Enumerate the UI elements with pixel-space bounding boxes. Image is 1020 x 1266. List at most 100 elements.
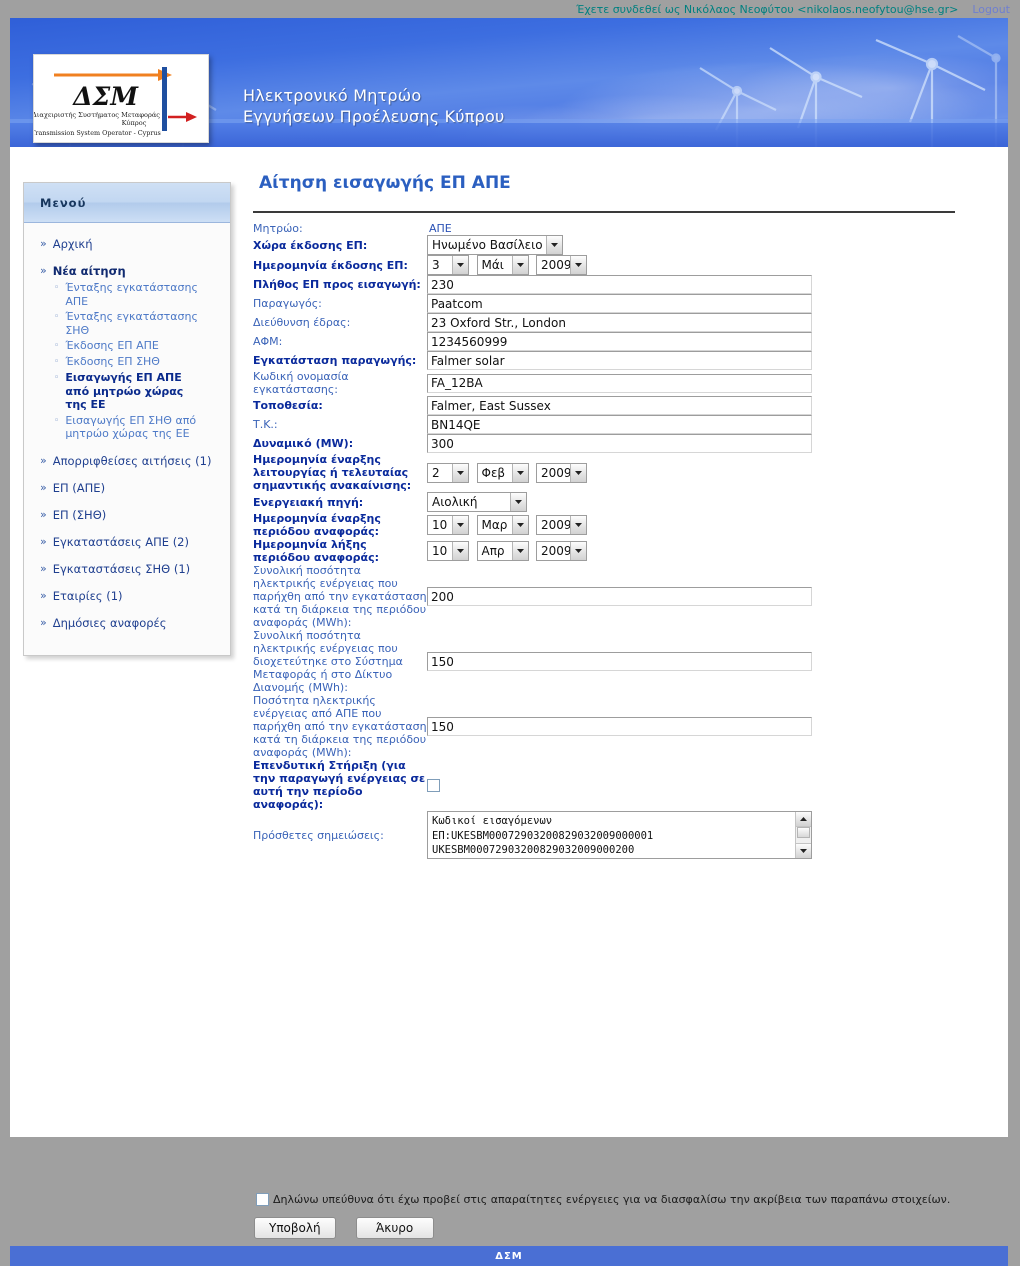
period-start-year-select[interactable]: 2009 (536, 515, 587, 535)
chevron-down-icon[interactable] (570, 542, 586, 560)
chevron-down-icon[interactable] (452, 516, 468, 534)
sidebar-item-label[interactable]: ΕΠ (ΑΠΕ) (53, 481, 105, 495)
sidebar-item-label[interactable]: ΕΠ (ΣΗΘ) (53, 508, 107, 522)
sidebar-subitem-eisagogis-ep-sith[interactable]: ◦ Εισαγωγής ΕΠ ΣΗΘ από μητρώο χώρας της … (54, 414, 220, 441)
sidebar-subitem-label[interactable]: Έκδοσης ΕΠ ΑΠΕ (65, 339, 159, 353)
notes-textarea[interactable]: Κωδικοί εισαγόμενων ΕΠ:UKESBM00072903200… (427, 811, 812, 859)
period-start-day-select[interactable]: 10 (427, 515, 469, 535)
issue-date-month-select[interactable]: Μάι (476, 255, 529, 275)
sidebar-item-ep-ape[interactable]: » ΕΠ (ΑΠΕ) (34, 481, 220, 495)
sidebar-item-egkatastaseis-sith[interactable]: » Εγκαταστάσεις ΣΗΘ (1) (34, 562, 220, 576)
sidebar-item-nea-aitisi[interactable]: » Νέα αίτηση ◦ Ένταξης εγκατάστασης ΑΠΕ … (34, 264, 220, 441)
installation-label: Εγκατάσταση παραγωγής: (253, 354, 417, 367)
count-input[interactable] (427, 275, 812, 294)
form-row-capacity: Δυναμικό (MW): (253, 434, 955, 453)
double-chevron-icon: » (40, 507, 47, 521)
sidebar-subitem-entaxis-ape[interactable]: ◦ Ένταξης εγκατάστασης ΑΠΕ (54, 281, 220, 308)
chevron-down-icon[interactable] (452, 463, 468, 482)
chevron-down-icon[interactable] (546, 236, 562, 254)
declaration-row: Δηλώνω υπεύθυνα ότι έχω προβεί στις απαρ… (256, 1193, 950, 1206)
vat-input[interactable] (427, 332, 812, 351)
period-start-month-select[interactable]: Μαρ (476, 515, 529, 535)
sidebar-item-label[interactable]: Δημόσιες αναφορές (53, 616, 167, 630)
operation-date-month-select[interactable]: Φεβ (476, 462, 529, 483)
period-end-label: Ημερομηνία λήξης περιόδου αναφοράς: (253, 538, 380, 564)
sidebar-item-label[interactable]: Εγκαταστάσεις ΑΠΕ (2) (53, 535, 189, 549)
sidebar-subitem-label[interactable]: Εισαγωγής ΕΠ ΑΠΕ από μητρώο χώρας της ΕΕ (65, 371, 205, 412)
operation-date-year-select[interactable]: 2009 (536, 462, 587, 483)
sidebar-item-label[interactable]: Εγκαταστάσεις ΣΗΘ (1) (53, 562, 190, 576)
chevron-down-icon[interactable] (570, 463, 586, 482)
sidebar-item-label[interactable]: Νέα αίτηση (53, 264, 126, 278)
energy-source-select[interactable]: Αιολική (427, 492, 527, 512)
sidebar-subitem-label[interactable]: Ένταξης εγκατάστασης ΑΠΕ (65, 281, 205, 308)
form-row-investment-support: Επενδυτική Στήριξη (για την παραγωγή ενέ… (253, 759, 955, 811)
sidebar-item-dimosies-anafores[interactable]: » Δημόσιες αναφορές (34, 616, 220, 630)
sidebar-item-label[interactable]: Απορριφθείσες αιτήσεις (1) (53, 454, 212, 468)
operation-date-day-select[interactable]: 2 (427, 462, 469, 483)
sidebar-subitem-label[interactable]: Εισαγωγής ΕΠ ΣΗΘ από μητρώο χώρας της ΕΕ (65, 414, 205, 441)
country-select[interactable]: Ηνωμένο Βασίλειο (427, 235, 563, 255)
total-injected-input[interactable] (427, 652, 812, 671)
sidebar-subitem-ekdosis-ep-ape[interactable]: ◦ Έκδοσης ΕΠ ΑΠΕ (54, 339, 220, 353)
chevron-down-icon[interactable] (511, 463, 528, 482)
sidebar-item-etairies[interactable]: » Εταιρίες (1) (34, 589, 220, 603)
issue-date-day-select[interactable]: 3 (427, 255, 469, 275)
sidebar-item-ep-sith[interactable]: » ΕΠ (ΣΗΘ) (34, 508, 220, 522)
res-produced-input[interactable] (427, 717, 812, 736)
double-chevron-icon: » (40, 588, 47, 602)
postcode-input[interactable] (427, 415, 812, 434)
capacity-input[interactable] (427, 434, 812, 453)
circle-bullet-icon: ◦ (54, 357, 60, 367)
form-row-country: Χώρα έκδοσης ΕΠ: Ηνωμένο Βασίλειο (253, 235, 955, 255)
sidebar-item-aporrifthises[interactable]: » Απορριφθείσες αιτήσεις (1) (34, 454, 220, 468)
chevron-down-icon[interactable] (511, 516, 528, 534)
chevron-down-icon[interactable] (511, 542, 528, 560)
scrollbar-thumb[interactable] (797, 826, 810, 838)
producer-input[interactable] (427, 294, 812, 313)
investment-support-label: Επενδυτική Στήριξη (για την παραγωγή ενέ… (253, 759, 426, 811)
code-name-input[interactable] (427, 373, 812, 393)
form-row-address: Διεύθυνση έδρας: (253, 313, 955, 332)
sidebar-subitem-eisagogis-ep-ape[interactable]: ◦ Εισαγωγής ΕΠ ΑΠΕ από μητρώο χώρας της … (54, 371, 220, 412)
country-label: Χώρα έκδοσης ΕΠ: (253, 238, 368, 252)
sidebar-subitem-label[interactable]: Ένταξης εγκατάστασης ΣΗΘ (65, 310, 205, 337)
sidebar-item-egkatastaseis-ape[interactable]: » Εγκαταστάσεις ΑΠΕ (2) (34, 535, 220, 549)
sidebar-item-arxiki[interactable]: » Αρχική (34, 237, 220, 251)
chevron-down-icon[interactable] (570, 516, 586, 534)
form-row-registry: Μητρώο: ΑΠΕ (253, 222, 955, 235)
sidebar-subitem-entaxis-sith[interactable]: ◦ Ένταξης εγκατάστασης ΣΗΘ (54, 310, 220, 337)
period-end-day-select[interactable]: 10 (427, 541, 469, 561)
scroll-down-icon[interactable] (795, 843, 811, 858)
chevron-down-icon[interactable] (570, 256, 586, 274)
period-end-month-select[interactable]: Απρ (476, 541, 529, 561)
chevron-down-icon[interactable] (452, 542, 468, 560)
sidebar-subitem-ekdosis-ep-sith[interactable]: ◦ Έκδοσης ΕΠ ΣΗΘ (54, 355, 220, 369)
form-row-installation: Εγκατάσταση παραγωγής: (253, 351, 955, 370)
period-end-year-value: 2009 (541, 544, 572, 558)
chevron-down-icon[interactable] (452, 256, 468, 274)
svg-text:ΔΣΜ: ΔΣΜ (71, 82, 139, 111)
cancel-button[interactable]: Άκυρο (355, 1217, 434, 1239)
sidebar-item-label[interactable]: Αρχική (53, 237, 93, 251)
investment-support-checkbox[interactable] (427, 778, 440, 792)
chevron-down-icon[interactable] (511, 256, 528, 274)
installation-input[interactable] (427, 351, 812, 370)
total-produced-input[interactable] (427, 587, 812, 606)
dsm-logo[interactable]: ΔΣΜ Διαχειριστής Συστήματος Μεταφοράς Κύ… (33, 54, 209, 143)
scroll-up-icon[interactable] (795, 812, 811, 827)
logout-link[interactable]: Logout (972, 3, 1010, 16)
location-input[interactable] (427, 396, 812, 415)
issue-date-year-select[interactable]: 2009 (536, 255, 587, 275)
sidebar-item-label[interactable]: Εταιρίες (1) (53, 589, 123, 603)
notes-scrollbar[interactable] (795, 812, 811, 858)
address-input[interactable] (427, 313, 812, 332)
form-row-period-start: Ημερομηνία έναρξης περιόδου αναφοράς: 10… (253, 512, 955, 538)
declaration-checkbox[interactable] (256, 1193, 269, 1206)
chevron-down-icon[interactable] (510, 493, 526, 511)
period-end-year-select[interactable]: 2009 (536, 541, 587, 561)
submit-button[interactable]: Υποβολή (254, 1217, 336, 1239)
period-start-label: Ημερομηνία έναρξης περιόδου αναφοράς: (253, 512, 381, 538)
dsm-logo-graphic: ΔΣΜ Διαχειριστής Συστήματος Μεταφοράς Κύ… (34, 55, 208, 142)
sidebar-subitem-label[interactable]: Έκδοσης ΕΠ ΣΗΘ (65, 355, 160, 369)
